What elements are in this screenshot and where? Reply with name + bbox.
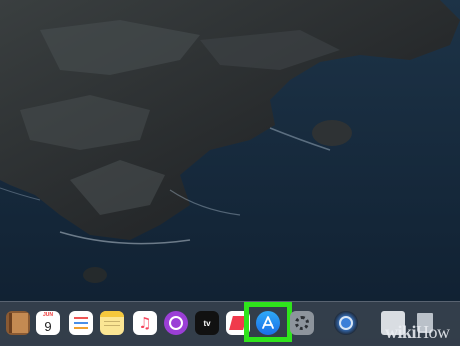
desktop-wallpaper — [0, 0, 460, 345]
apple-tv-icon: tv — [195, 311, 219, 335]
dock-app-apple-tv[interactable]: tv — [194, 310, 220, 336]
wallpaper-image — [0, 0, 460, 345]
reminders-icon — [69, 311, 93, 335]
notes-icon — [100, 311, 124, 335]
quicktime-icon — [334, 311, 358, 335]
app-store-highlight — [244, 302, 292, 342]
book-icon — [6, 311, 30, 335]
dock-app-podcasts[interactable] — [163, 310, 189, 336]
music-icon: ♫ — [133, 311, 157, 335]
apple-tv-label: tv — [203, 318, 211, 328]
gear-icon — [290, 311, 314, 335]
dock-app-quicktime[interactable] — [333, 310, 359, 336]
calendar-icon: JUN 9 — [36, 311, 60, 335]
dock-app-book[interactable] — [5, 310, 31, 336]
watermark-how: How — [416, 322, 450, 342]
dock-app-music[interactable]: ♫ — [132, 310, 158, 336]
dock-app-calendar[interactable]: JUN 9 — [35, 310, 61, 336]
dock-app-notes[interactable] — [99, 310, 125, 336]
wikihow-watermark: wikiHow — [385, 322, 450, 343]
dock-app-system-preferences[interactable] — [289, 310, 315, 336]
watermark-wiki: wiki — [385, 322, 417, 342]
dock-app-reminders[interactable] — [68, 310, 94, 336]
podcasts-icon — [164, 311, 188, 335]
calendar-month: JUN — [42, 312, 53, 318]
calendar-day: 9 — [44, 318, 52, 334]
